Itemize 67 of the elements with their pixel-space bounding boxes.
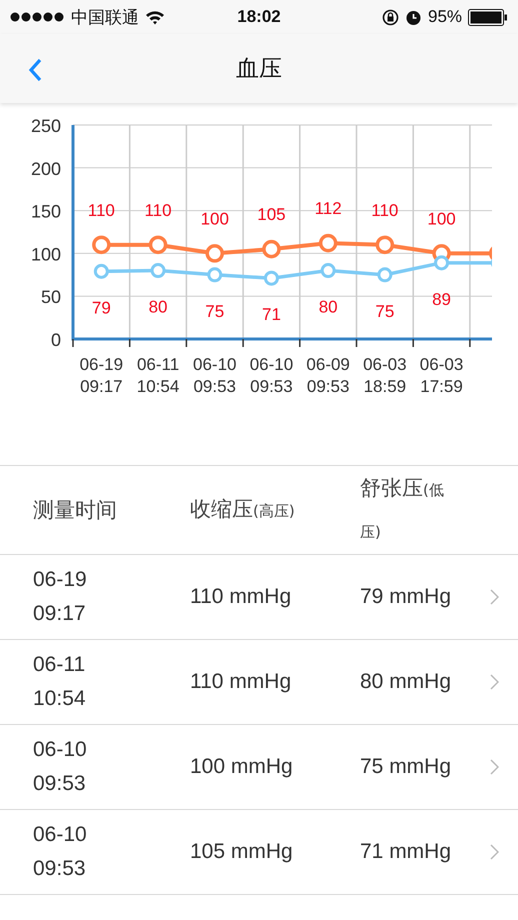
chevron-right-icon[interactable]	[490, 759, 499, 775]
wifi-icon	[145, 10, 165, 24]
systolic-cell-text: 110 mmHg	[190, 584, 292, 610]
data-label: 110	[144, 200, 172, 220]
diastolic-cell-text: 80 mmHg	[360, 669, 452, 695]
axis-tick-label: 150	[30, 202, 61, 222]
data-point	[376, 236, 394, 254]
data-label: 105	[257, 205, 286, 224]
data-point	[92, 236, 111, 254]
axis-tick-label: 06-03 17:59	[420, 355, 464, 396]
axis-tick-label: 06-03 18:59	[363, 355, 407, 396]
data-label: 110	[88, 200, 115, 220]
time-cell-text: 06-10 09:53	[33, 737, 88, 797]
carrier-name: 中国联通	[71, 6, 139, 28]
signal-icon	[10, 12, 65, 22]
data-point	[264, 270, 279, 286]
time-cell-text: 06-19 09:17	[33, 567, 88, 627]
data-label: 100	[427, 209, 456, 228]
diastolic-cell-text: 75 mmHg	[360, 754, 452, 780]
systolic-cell-text: 105 mmHg	[190, 839, 294, 865]
axis-tick-label: 06-10 09:53	[250, 355, 294, 396]
axis-tick-label: 100	[30, 244, 61, 264]
diastolic-cell-text: 71 mmHg	[360, 839, 452, 865]
data-point	[207, 267, 222, 282]
axis-tick-label: 06-09 09:53	[306, 355, 350, 396]
systolic-cell-text: 100 mmHg	[190, 754, 294, 780]
status-time: 18:02	[237, 7, 281, 27]
data-label: 80	[318, 298, 338, 317]
data-label: 80	[148, 298, 168, 317]
data-label: 71	[262, 305, 281, 324]
page-title: 血压	[236, 55, 282, 84]
data-point	[206, 244, 224, 263]
data-point	[318, 234, 338, 252]
data-label: 89	[432, 290, 451, 309]
axis-tick-label: 50	[40, 287, 61, 308]
data-point	[94, 264, 109, 279]
systolic-cell-text: 110 mmHg	[190, 669, 292, 695]
diastolic-cell-text: 79 mmHg	[360, 584, 452, 610]
back-button[interactable]	[26, 57, 44, 83]
axis-tick-label: 200	[30, 158, 61, 179]
time-cell-text: 06-11 10:54	[33, 652, 87, 712]
data-label: 75	[375, 302, 394, 321]
data-label: 112	[314, 199, 342, 218]
alarm-icon	[404, 8, 422, 26]
chevron-right-icon[interactable]	[490, 674, 499, 690]
data-point	[150, 263, 166, 278]
data-point	[320, 263, 336, 278]
axis-tick-label: 0	[50, 330, 61, 350]
data-label: 110	[371, 200, 398, 220]
column-header: 测量时间	[33, 497, 118, 524]
data-label: 100	[200, 209, 229, 228]
chevron-right-icon[interactable]	[490, 844, 499, 860]
axis-tick-label: 250	[30, 116, 61, 136]
battery-percent: 95%	[428, 7, 462, 27]
data-label: 79	[92, 298, 111, 318]
rotation-lock-icon	[382, 8, 399, 26]
data-point	[434, 255, 450, 270]
axis-tick-label: 06-19 09:17	[80, 355, 124, 396]
chevron-right-icon[interactable]	[490, 589, 499, 605]
data-point	[262, 240, 281, 258]
data-point	[148, 236, 168, 254]
battery-icon	[468, 8, 508, 26]
axis-tick-label: 06-10 09:53	[193, 355, 236, 396]
time-cell-text: 06-10 09:53	[33, 822, 88, 882]
data-point	[377, 267, 392, 282]
data-label: 75	[205, 302, 224, 321]
axis-tick-label: 06-11 10:54	[136, 355, 180, 396]
